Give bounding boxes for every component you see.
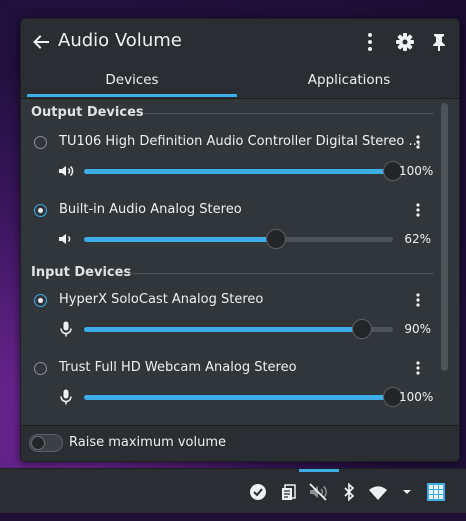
device-list: Output Devices TU106 High Definition Aud… [21, 98, 459, 426]
input-devices-heading: Input Devices [31, 265, 132, 280]
volume-fill [84, 395, 393, 400]
scrollbar[interactable] [441, 103, 448, 371]
page-title: Audio Volume [58, 30, 182, 51]
volume-fill [84, 169, 393, 174]
gear-icon[interactable] [394, 31, 416, 53]
toggle-knob [31, 436, 45, 450]
section-divider [144, 113, 434, 114]
volume-slider[interactable] [84, 387, 403, 407]
tab-applications[interactable]: Applications [245, 67, 453, 97]
check-circle-icon[interactable] [248, 482, 268, 502]
device-menu-icon[interactable] [410, 360, 426, 376]
device-radio[interactable] [34, 136, 47, 149]
device-name: HyperX SoloCast Analog Stereo [59, 292, 264, 307]
volume-muted-icon[interactable] [308, 482, 328, 502]
device-name: Trust Full HD Webcam Analog Stereo [59, 360, 297, 375]
raise-volume-toggle[interactable] [29, 434, 63, 452]
wifi-icon[interactable] [368, 482, 388, 502]
volume-percentage: 100% [399, 164, 434, 178]
bluetooth-icon[interactable] [339, 482, 359, 502]
active-tray-indicator [299, 469, 339, 472]
pin-icon[interactable] [428, 31, 450, 53]
volume-percentage: 100% [399, 390, 434, 404]
device-menu-icon[interactable] [410, 292, 426, 308]
device-name: TU106 High Definition Audio Controller D… [59, 134, 421, 149]
active-tab-indicator [27, 94, 237, 97]
chevron-down-icon[interactable] [397, 482, 417, 502]
slider-handle[interactable] [352, 319, 373, 339]
back-arrow-icon[interactable] [30, 31, 52, 53]
microphone-icon[interactable] [57, 320, 75, 338]
device-radio[interactable] [34, 294, 47, 307]
raise-volume-label: Raise maximum volume [69, 435, 227, 450]
app-grid-icon[interactable] [426, 482, 446, 502]
desktop-strip [0, 513, 466, 521]
volume-fill [84, 237, 276, 242]
more-options-icon[interactable] [359, 31, 381, 53]
device-menu-icon[interactable] [410, 202, 426, 218]
volume-fill [84, 327, 363, 332]
popup-footer: Raise maximum volume [21, 425, 459, 461]
speaker-icon[interactable] [57, 230, 75, 248]
volume-percentage: 62% [404, 232, 431, 246]
clipboard-icon[interactable] [279, 482, 299, 502]
output-devices-heading: Output Devices [31, 105, 144, 120]
device-radio[interactable] [34, 362, 47, 375]
tab-devices[interactable]: Devices [27, 67, 237, 97]
volume-slider[interactable] [84, 229, 393, 249]
audio-volume-popup: Audio Volume Devices Applications Output… [20, 18, 460, 462]
device-menu-icon[interactable] [410, 134, 426, 150]
popup-header: Audio Volume [21, 19, 459, 65]
volume-slider[interactable] [84, 161, 403, 181]
device-name: Built-in Audio Analog Stereo [59, 202, 242, 217]
volume-slider[interactable] [84, 319, 393, 339]
section-divider [129, 273, 434, 274]
microphone-icon[interactable] [57, 388, 75, 406]
system-tray [0, 468, 466, 514]
speaker-icon[interactable] [57, 162, 75, 180]
tab-bar: Devices Applications [27, 67, 453, 97]
slider-handle[interactable] [265, 229, 286, 249]
device-radio[interactable] [34, 204, 47, 217]
volume-percentage: 90% [404, 322, 431, 336]
